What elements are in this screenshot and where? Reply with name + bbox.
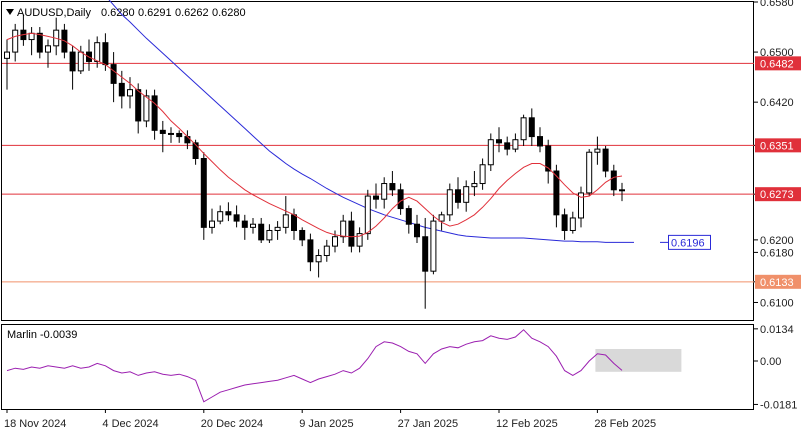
candle-body — [110, 64, 117, 84]
oscillator-tick-label: 0.0134 — [760, 324, 794, 336]
candle-body — [348, 220, 355, 247]
candle-body — [405, 208, 412, 225]
candle-body — [422, 236, 429, 272]
candle-body — [94, 42, 101, 62]
high-value: 0.6291 — [138, 7, 172, 19]
candle-body — [471, 183, 478, 188]
candle-body — [45, 45, 51, 53]
candle-body — [315, 255, 322, 263]
low-value: 0.6262 — [175, 7, 209, 19]
candle-body — [176, 132, 183, 138]
candle-body — [512, 139, 519, 150]
candle-body — [135, 89, 142, 122]
candle-body — [504, 142, 511, 150]
level-price-tag-label: 0.6273 — [760, 189, 794, 201]
candle-body — [610, 170, 617, 191]
candle-body — [389, 183, 396, 191]
candle-body — [340, 220, 347, 238]
time-tick-label: 28 Feb 2025 — [594, 418, 656, 430]
candle-body — [569, 217, 576, 231]
time-tick-label: 12 Feb 2025 — [496, 418, 558, 430]
candle-body — [168, 132, 174, 135]
price-tick-label: 0.6580 — [760, 0, 794, 9]
candle-body — [307, 239, 314, 263]
time-tick-label: 9 Jan 2025 — [299, 418, 353, 430]
candle-body — [184, 136, 191, 144]
candle-body — [28, 32, 35, 41]
candle-body — [446, 189, 453, 216]
candle-body — [233, 214, 240, 222]
candle-body — [561, 214, 568, 231]
candle-body — [594, 148, 601, 153]
candle[interactable] — [200, 152, 207, 240]
candle-body — [282, 214, 289, 228]
candle-body — [291, 214, 297, 231]
candle-body — [159, 129, 166, 134]
candle-body — [299, 229, 306, 241]
candle-body — [463, 186, 470, 203]
candle-body — [520, 117, 527, 141]
time-tick-label: 4 Dec 2024 — [102, 418, 158, 430]
candle-body — [381, 183, 388, 200]
candle-body — [586, 151, 593, 194]
candle-body — [479, 164, 486, 185]
candle-body — [200, 157, 207, 228]
candle[interactable] — [430, 214, 437, 275]
candle-body — [241, 220, 248, 228]
level-price-tag-label: 0.6133 — [760, 277, 794, 289]
candle-body — [373, 195, 379, 200]
candle-body — [430, 220, 437, 272]
candle-body — [364, 195, 371, 235]
level-price-tag-label: 0.6482 — [760, 58, 794, 70]
candle-body — [438, 214, 445, 222]
candle-body — [4, 51, 10, 59]
candle-body — [36, 32, 43, 53]
callout-label: 0.6196 — [671, 237, 705, 249]
price-tick-label: 0.6180 — [760, 247, 794, 259]
candle-body — [397, 189, 404, 210]
oscillator-shaded-box — [595, 349, 682, 372]
candle-body — [602, 148, 609, 172]
time-tick-label: 20 Dec 2024 — [201, 418, 263, 430]
candle[interactable] — [586, 149, 593, 197]
oscillator-tick-label: -0.0181 — [760, 399, 797, 411]
candle-body — [12, 29, 19, 53]
candle-body — [225, 211, 232, 216]
candle-body — [266, 229, 273, 241]
candle-body — [414, 223, 420, 238]
candle-body — [143, 95, 150, 122]
candle-body — [332, 236, 338, 247]
candle-body — [323, 245, 330, 257]
price-tick-label: 0.6200 — [760, 235, 794, 247]
candle-body — [528, 117, 535, 138]
time-tick-label: 18 Nov 2024 — [4, 418, 66, 430]
candle-body — [258, 223, 265, 241]
oscillator-title: Marlin -0.0039 — [7, 329, 77, 341]
candle-body — [537, 136, 543, 147]
open-value: 0.6280 — [101, 7, 135, 19]
candle-body — [69, 51, 76, 72]
candle-body — [487, 139, 494, 166]
candle-body — [209, 220, 215, 228]
candle-body — [217, 211, 224, 222]
candle-body — [619, 189, 625, 192]
candle-body — [118, 82, 125, 97]
symbol-label: AUDUSD,Daily — [17, 7, 91, 19]
candle-body — [77, 51, 84, 72]
close-value: 0.6280 — [212, 7, 246, 19]
candle-body — [151, 95, 158, 131]
candle-body — [102, 42, 109, 66]
candle-body — [250, 223, 256, 228]
price-tick-label: 0.6100 — [760, 297, 794, 309]
level-price-tag-label: 0.6351 — [760, 140, 794, 152]
candle-body — [127, 89, 133, 97]
candle-body — [455, 189, 461, 203]
time-tick-label: 27 Jan 2025 — [398, 418, 459, 430]
price-tick-label: 0.6420 — [760, 97, 794, 109]
oscillator-tick-label: 0.00 — [760, 356, 781, 368]
candle-body — [274, 226, 281, 231]
candle-body — [496, 139, 502, 144]
chart-canvas[interactable]: 0.6196 0.65800.65000.64200.63510.62730.6… — [0, 0, 812, 435]
